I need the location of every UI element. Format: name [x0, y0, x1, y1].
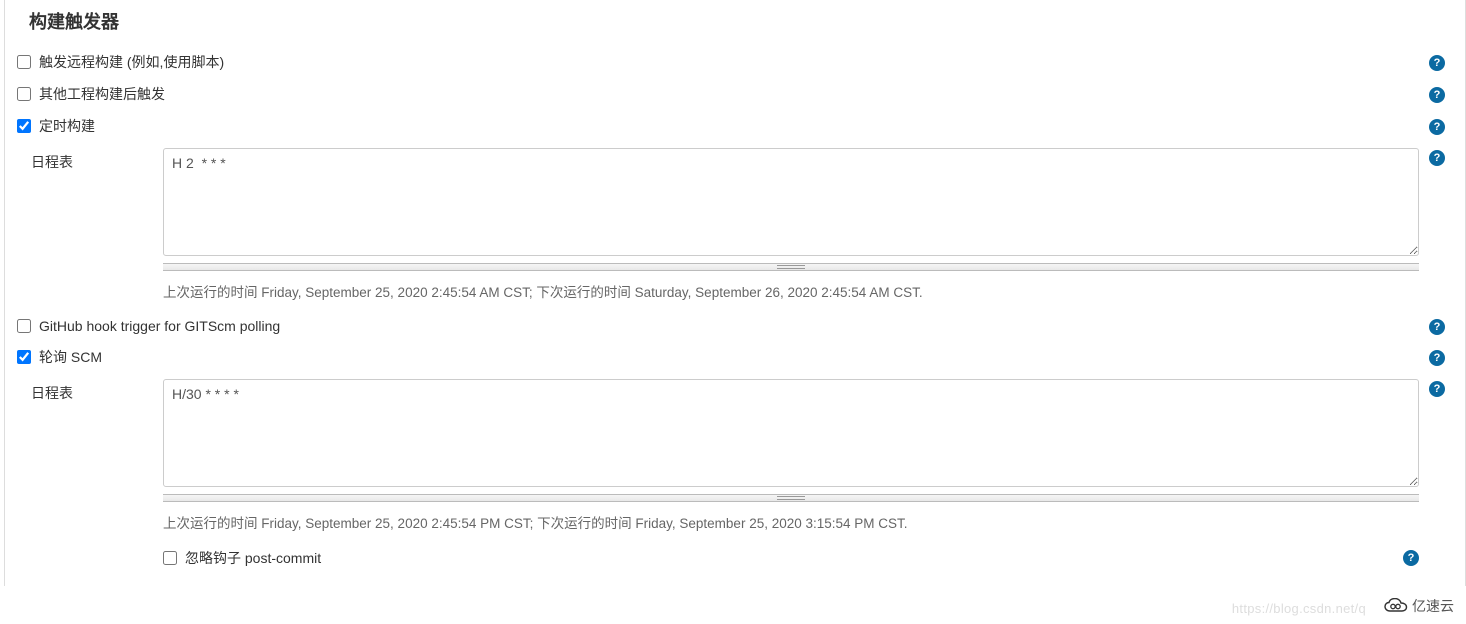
poll-schedule-label: 日程表 [13, 379, 163, 403]
timed-build-label: 定时构建 [37, 116, 1419, 136]
timed-build-checkbox[interactable] [17, 119, 31, 133]
help-icon[interactable]: ? [1429, 55, 1445, 71]
resize-handle[interactable] [163, 494, 1419, 502]
poll-schedule-textarea[interactable] [163, 379, 1419, 487]
help-icon[interactable]: ? [1429, 350, 1445, 366]
help-icon[interactable]: ? [1429, 319, 1445, 335]
timed-build-row: 定时构建 ? [13, 110, 1445, 142]
timed-schedule-row: 日程表 上次运行的时间 Friday, September 25, 2020 2… [13, 142, 1445, 311]
build-after-row: 其他工程构建后触发 ? [13, 78, 1445, 110]
ignore-post-commit-label: 忽略钩子 post-commit [185, 548, 321, 568]
build-triggers-section: 构建触发器 触发远程构建 (例如,使用脚本) ? 其他工程构建后触发 ? 定时构… [4, 0, 1466, 586]
ignore-post-commit-row: 忽略钩子 post-commit ? [163, 536, 1419, 570]
watermark-text: 亿速云 [1412, 596, 1454, 616]
poll-schedule-row: 日程表 上次运行的时间 Friday, September 25, 2020 2… [13, 373, 1445, 576]
trigger-remote-row: 触发远程构建 (例如,使用脚本) ? [13, 46, 1445, 78]
watermark-url: https://blog.csdn.net/q [1232, 601, 1366, 616]
timed-schedule-textarea[interactable] [163, 148, 1419, 256]
timed-schedule-label: 日程表 [13, 148, 163, 172]
trigger-remote-label: 触发远程构建 (例如,使用脚本) [37, 52, 1419, 72]
watermark-brand: 亿速云 [1380, 594, 1458, 618]
help-icon[interactable]: ? [1429, 381, 1445, 397]
github-hook-row: GitHub hook trigger for GITScm polling ? [13, 311, 1445, 341]
timed-schedule-info: 上次运行的时间 Friday, September 25, 2020 2:45:… [163, 271, 1419, 305]
ignore-post-commit-checkbox[interactable] [163, 551, 177, 565]
help-icon[interactable]: ? [1403, 550, 1419, 566]
build-after-checkbox[interactable] [17, 87, 31, 101]
section-title: 构建触发器 [13, 4, 1445, 46]
poll-scm-checkbox[interactable] [17, 350, 31, 364]
poll-scm-row: 轮询 SCM ? [13, 341, 1445, 373]
github-hook-checkbox[interactable] [17, 319, 31, 333]
build-after-label: 其他工程构建后触发 [37, 84, 1419, 104]
help-icon[interactable]: ? [1429, 119, 1445, 135]
cloud-icon [1384, 598, 1408, 614]
trigger-remote-checkbox[interactable] [17, 55, 31, 69]
resize-handle[interactable] [163, 263, 1419, 271]
github-hook-label: GitHub hook trigger for GITScm polling [37, 318, 1419, 334]
help-icon[interactable]: ? [1429, 87, 1445, 103]
help-icon[interactable]: ? [1429, 150, 1445, 166]
poll-schedule-info: 上次运行的时间 Friday, September 25, 2020 2:45:… [163, 502, 1419, 536]
poll-scm-label: 轮询 SCM [37, 347, 1419, 367]
